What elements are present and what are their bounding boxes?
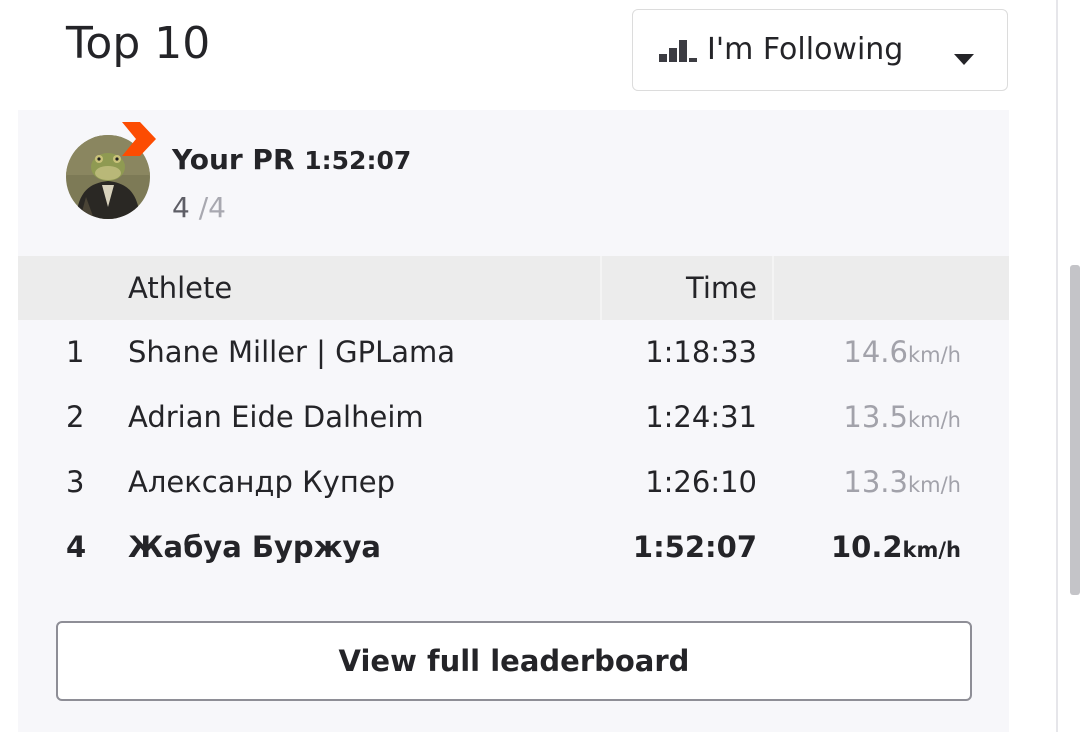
table-row-current-user: 4 Жабуа Буржуа 1:52:07 10.2km/h [18,515,1009,580]
row-time: 1:26:10 [645,465,757,499]
table-row: 3 Александр Купер 1:26:10 13.3km/h [18,450,1009,515]
pr-title: Your PR 1:52:07 [172,140,411,181]
speed-value: 13.3 [843,465,908,499]
leaderboard-panel: Your PR 1:52:07 4 /4 Athlete Time 1 Shan… [18,110,1009,732]
dropdown-selected-value: I'm Following [707,32,904,67]
row-speed: 10.2km/h [831,525,961,572]
pr-label: Your PR [172,143,295,176]
column-header-athlete[interactable]: Athlete [128,266,232,310]
row-rank: 3 [66,465,85,499]
caret-down-icon [954,54,974,65]
column-header-time[interactable]: Time [686,266,757,310]
speed-unit: km/h [902,538,961,562]
scrollbar-thumb[interactable] [1070,265,1080,595]
athlete-name-link[interactable]: Adrian Eide Dalheim [128,395,424,439]
column-divider [600,256,602,320]
row-speed: 14.6km/h [843,330,961,377]
speed-value: 13.5 [843,400,908,434]
view-full-leaderboard-button[interactable]: View full leaderboard [56,621,972,701]
pr-rank: 4 /4 [172,188,226,228]
row-rank: 4 [66,530,87,564]
speed-unit: km/h [907,343,961,367]
column-divider [772,256,774,320]
row-rank: 2 [66,400,85,434]
personal-record-block: Your PR 1:52:07 4 /4 [18,110,1009,256]
pr-rank-total: /4 [198,191,226,224]
table-row: 1 Shane Miller | GPLama 1:18:33 14.6km/h [18,320,1009,385]
table-header: Athlete Time [18,256,1009,320]
speed-value: 14.6 [843,335,908,369]
page-title: Top 10 [66,18,211,69]
row-rank: 1 [66,335,85,369]
speed-unit: km/h [907,473,961,497]
row-speed: 13.5km/h [843,395,961,442]
bar-chart-icon [659,40,697,62]
scrollbar-track[interactable] [1056,0,1058,732]
pr-chevron-icon [122,122,156,156]
speed-unit: km/h [907,408,961,432]
row-speed: 13.3km/h [843,460,961,507]
table-row: 2 Adrian Eide Dalheim 1:24:31 13.5km/h [18,385,1009,450]
speed-value: 10.2 [830,530,903,564]
pr-time: 1:52:07 [304,146,412,175]
athlete-name-link[interactable]: Shane Miller | GPLama [128,330,455,374]
following-filter-dropdown[interactable]: I'm Following [632,9,1008,91]
athlete-name-link[interactable]: Жабуа Буржуа [128,525,381,569]
pr-rank-value: 4 [172,191,190,224]
row-time: 1:24:31 [645,400,757,434]
row-time: 1:52:07 [632,530,757,564]
row-time: 1:18:33 [645,335,757,369]
athlete-name-link[interactable]: Александр Купер [128,460,395,504]
